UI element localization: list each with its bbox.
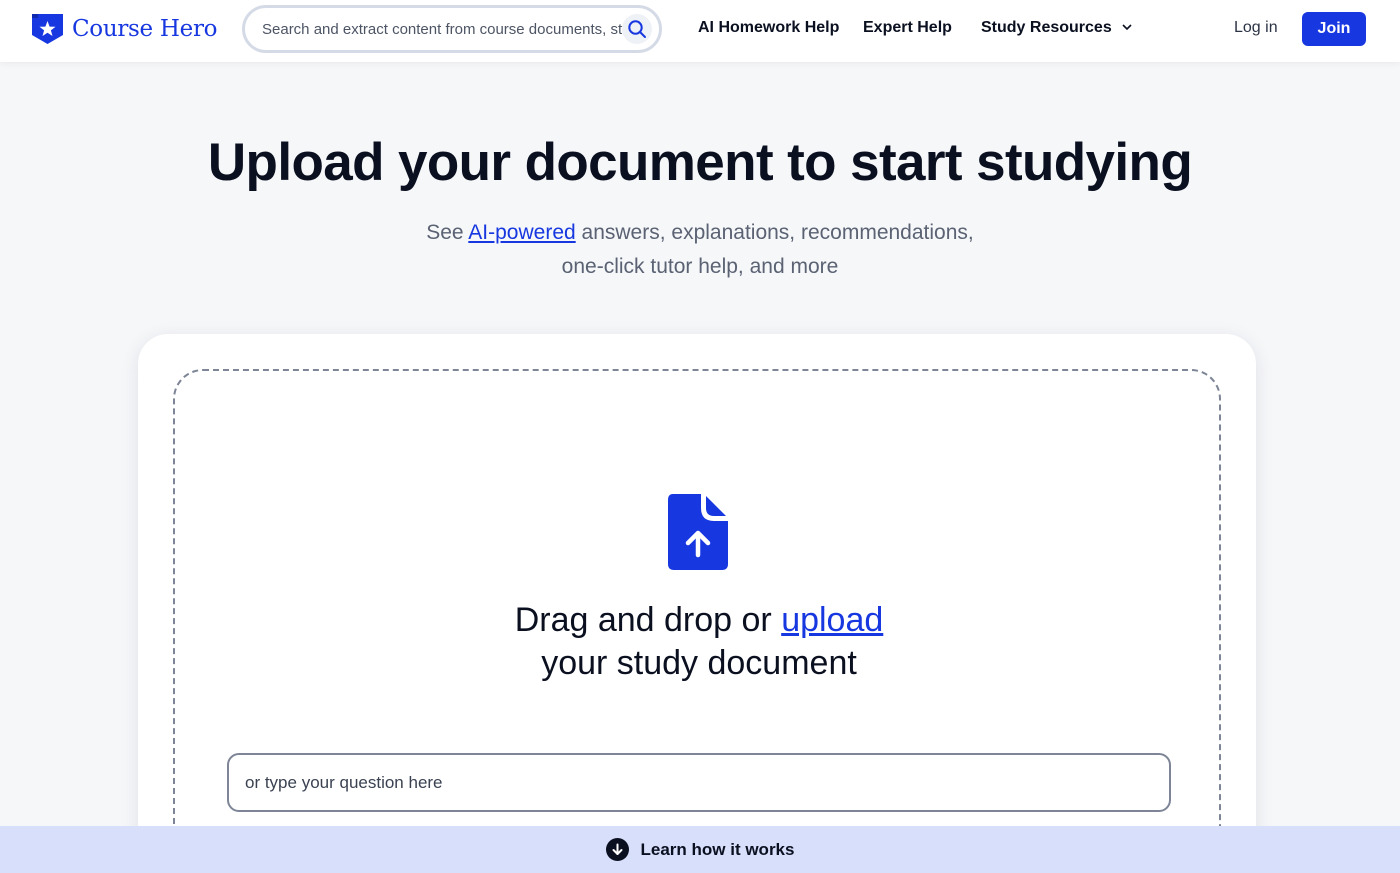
learn-how-it-works-label: Learn how it works xyxy=(640,839,795,859)
nav-study-resources[interactable]: Study Resources xyxy=(981,19,1132,37)
drag-drop-text: Drag and drop or upload your study docum… xyxy=(175,599,1223,685)
hero-subtitle: See AI-powered answers, explanations, re… xyxy=(350,216,1050,284)
learn-how-it-works-bar[interactable]: Learn how it works xyxy=(0,826,1400,873)
search-bar xyxy=(242,5,662,53)
question-field xyxy=(227,753,1171,812)
ai-powered-link[interactable]: AI-powered xyxy=(468,221,575,244)
nav-ai-homework-help[interactable]: AI Homework Help xyxy=(698,19,839,37)
nav-study-resources-label: Study Resources xyxy=(981,19,1112,36)
login-link[interactable]: Log in xyxy=(1234,19,1278,37)
document-upload-icon[interactable] xyxy=(668,494,728,570)
upload-link[interactable]: upload xyxy=(781,601,883,639)
join-button[interactable]: Join xyxy=(1302,12,1366,46)
subtitle-prefix: See xyxy=(426,221,469,244)
search-input[interactable] xyxy=(262,20,622,38)
drag-prefix: Drag and drop or xyxy=(514,601,782,639)
search-icon xyxy=(628,20,646,38)
arrow-down-circle-icon xyxy=(605,838,629,861)
search-button[interactable] xyxy=(622,14,652,44)
upload-card: Drag and drop or upload your study docum… xyxy=(138,334,1256,873)
subtitle-line2: one-click tutor help, and more xyxy=(561,255,839,278)
drag-line2: your study document xyxy=(541,644,857,682)
logo-text: Course Hero xyxy=(72,16,218,42)
course-hero-logo[interactable]: Course Hero xyxy=(31,13,218,45)
page-title: Upload your document to start studying xyxy=(207,133,1193,192)
file-dropzone[interactable]: Drag and drop or upload your study docum… xyxy=(173,369,1221,873)
subtitle-line1-rest: answers, explanations, recommendations, xyxy=(575,221,974,244)
shield-star-icon xyxy=(32,14,63,44)
chevron-down-icon xyxy=(1122,24,1132,31)
top-navigation-bar: Course Hero AI Homework Help Expert Help… xyxy=(0,0,1400,62)
nav-expert-help[interactable]: Expert Help xyxy=(863,19,952,37)
question-input[interactable] xyxy=(245,772,1145,793)
